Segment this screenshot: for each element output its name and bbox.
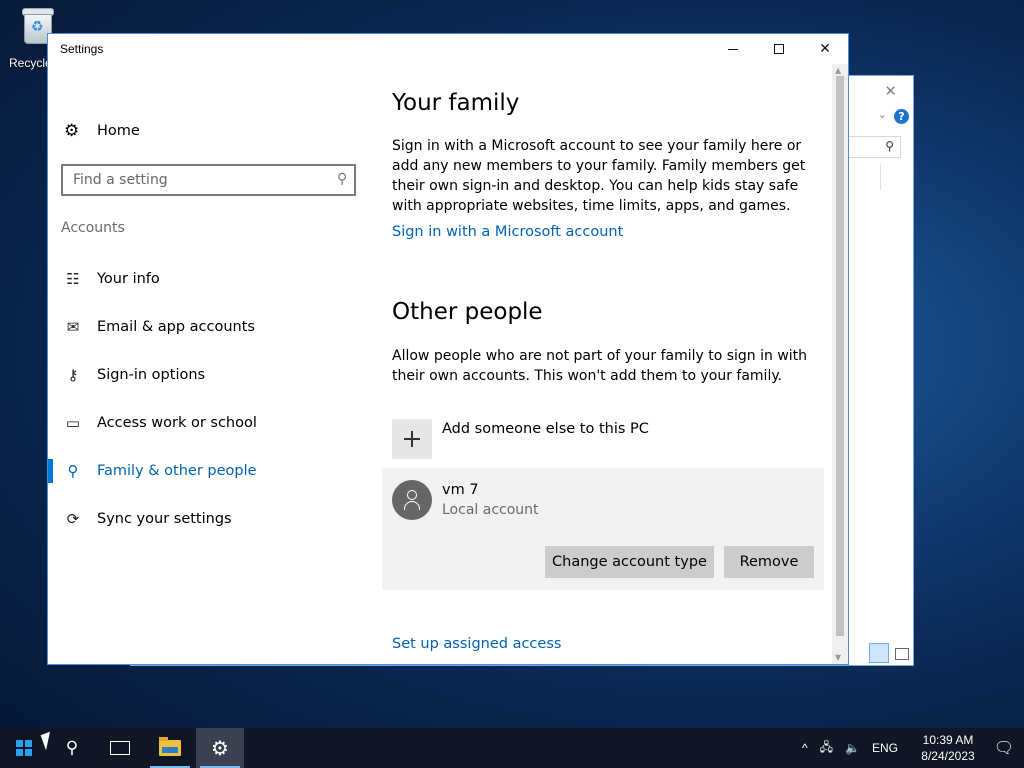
- sidebar-home-label: Home: [97, 123, 140, 139]
- account-name: vm 7: [442, 482, 479, 498]
- clock-date: 8/24/2023: [921, 749, 975, 763]
- family-description: Sign in with a Microsoft account to see …: [392, 138, 806, 214]
- sync-icon: ⟳: [66, 510, 80, 528]
- task-view-icon: [110, 741, 130, 755]
- assigned-access-link[interactable]: Set up assigned access: [392, 636, 561, 652]
- language-indicator[interactable]: ENG: [872, 741, 898, 755]
- change-account-type-button[interactable]: Change account type: [545, 546, 714, 578]
- sidebar-item-label: Family & other people: [97, 463, 257, 479]
- remove-button[interactable]: Remove: [724, 546, 814, 578]
- gear-icon: ⚙: [64, 121, 80, 141]
- search-button[interactable]: ⚲: [48, 728, 96, 768]
- file-explorer-button[interactable]: [146, 728, 194, 768]
- sidebar-item-label: Email & app accounts: [97, 319, 255, 335]
- taskbar: ⚲ ⚙ ^ 🖧 🔈 ENG 10:39 AM 8/24/2023 🗨: [0, 728, 1024, 768]
- sidebar-item-access-work-school[interactable]: ▭ Access work or school: [48, 399, 378, 447]
- sidebar-item-email-app-accounts[interactable]: ✉ Email & app accounts: [48, 303, 378, 351]
- search-input[interactable]: [63, 166, 313, 194]
- sidebar-item-label: Sync your settings: [97, 511, 232, 527]
- close-button[interactable]: ✕: [802, 34, 848, 64]
- task-view-button[interactable]: [96, 728, 144, 768]
- volume-icon[interactable]: 🔈: [845, 741, 860, 755]
- minimize-icon: [728, 48, 738, 50]
- contact-card-icon: ☷: [66, 270, 80, 288]
- maximize-icon: [774, 44, 784, 54]
- system-tray: ^ 🖧 🔈 ENG 10:39 AM 8/24/2023 🗨: [796, 728, 1024, 768]
- person-add-icon: ⚲: [67, 462, 79, 480]
- account-type: Local account: [442, 502, 539, 518]
- notification-icon[interactable]: 🗨: [984, 738, 1024, 758]
- other-people-description: Allow people who are not part of your fa…: [392, 348, 808, 384]
- add-someone-label: Add someone else to this PC: [442, 421, 649, 437]
- divider: [880, 164, 881, 190]
- settings-taskbar-button[interactable]: ⚙: [196, 728, 244, 768]
- family-heading: Your family: [392, 90, 520, 116]
- clock[interactable]: 10:39 AM 8/24/2023: [912, 732, 984, 764]
- folder-icon: [159, 737, 181, 756]
- maximize-button[interactable]: [756, 34, 802, 64]
- sign-in-microsoft-link[interactable]: Sign in with a Microsoft account: [392, 224, 623, 240]
- main-content: Your family Sign in with a Microsoft acc…: [382, 64, 832, 664]
- minimize-button[interactable]: [710, 34, 756, 64]
- windows-logo-icon: [16, 740, 32, 756]
- scrollbar-thumb[interactable]: [836, 76, 844, 636]
- sidebar-item-label: Access work or school: [97, 415, 257, 431]
- close-icon[interactable]: ✕: [884, 82, 897, 100]
- scroll-up-icon[interactable]: ▲: [835, 66, 841, 75]
- close-icon: ✕: [819, 41, 831, 57]
- other-people-heading: Other people: [392, 299, 543, 325]
- window-title: Settings: [60, 42, 104, 56]
- details-view-icon[interactable]: [869, 643, 889, 663]
- search-icon: ⚲: [885, 139, 894, 153]
- network-icon[interactable]: 🖧: [820, 738, 833, 759]
- search-icon[interactable]: ⚲: [337, 171, 347, 187]
- plus-icon[interactable]: [392, 419, 432, 459]
- mail-icon: ✉: [66, 318, 80, 336]
- gear-icon: ⚙: [211, 736, 229, 760]
- account-card[interactable]: vm 7 Local account Change account type R…: [382, 468, 824, 590]
- avatar: [392, 480, 432, 520]
- sidebar-item-your-info[interactable]: ☷ Your info: [48, 255, 378, 303]
- help-icon[interactable]: ?: [894, 109, 909, 124]
- clock-time: 10:39 AM: [922, 733, 974, 747]
- chevron-up-icon[interactable]: ^: [802, 741, 808, 755]
- search-field[interactable]: ⚲: [841, 136, 901, 158]
- sidebar-item-label: Your info: [97, 271, 160, 287]
- large-icons-view-icon[interactable]: [895, 648, 909, 660]
- key-icon: ⚷: [67, 366, 79, 384]
- sidebar-nav: ☷ Your info ✉ Email & app accounts ⚷ Sig…: [48, 255, 378, 543]
- scroll-down-icon[interactable]: ▼: [835, 653, 841, 662]
- sidebar-item-family-other-people[interactable]: ⚲ Family & other people: [48, 447, 378, 495]
- chevron-down-icon[interactable]: ⌄: [878, 108, 887, 121]
- search-icon: ⚲: [65, 738, 79, 758]
- scrollbar[interactable]: ▲ ▼: [832, 64, 848, 664]
- briefcase-icon: ▭: [65, 414, 81, 432]
- sidebar-item-sync-settings[interactable]: ⟳ Sync your settings: [48, 495, 378, 543]
- title-bar[interactable]: Settings ✕: [48, 34, 848, 64]
- settings-window: Settings ✕ ⚙ Home ⚲ Accounts ☷ Your info…: [47, 33, 849, 665]
- sidebar-item-sign-in-options[interactable]: ⚷ Sign-in options: [48, 351, 378, 399]
- sidebar-home[interactable]: ⚙ Home: [64, 122, 140, 140]
- search-box[interactable]: ⚲: [61, 164, 356, 196]
- section-label: Accounts: [61, 220, 125, 236]
- sidebar: ⚙ Home ⚲ Accounts ☷ Your info ✉ Email & …: [48, 64, 378, 664]
- sidebar-item-label: Sign-in options: [97, 367, 206, 383]
- add-someone-row[interactable]: Add someone else to this PC: [392, 419, 649, 459]
